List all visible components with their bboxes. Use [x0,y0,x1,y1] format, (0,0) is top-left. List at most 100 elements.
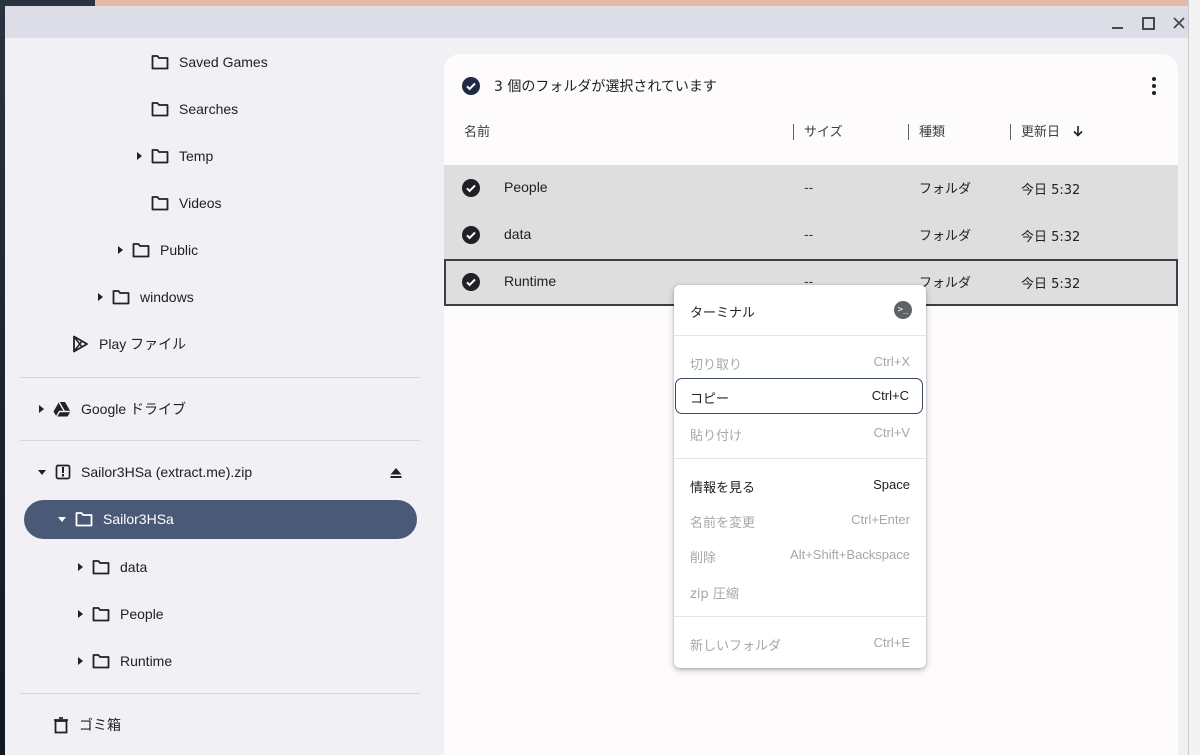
menu-item-shortcut: Ctrl+X [873,354,910,369]
sidebar-item-label: Searches [179,101,239,117]
sidebar-item-runtime[interactable]: Runtime [78,643,172,679]
table-row[interactable]: People -- フォルダ 今日 5:32 [444,165,1178,212]
menu-item-paste[interactable]: 貼り付け Ctrl+V [674,416,926,450]
menu-item-new-folder[interactable]: 新しいフォルダ Ctrl+E [674,626,926,660]
sidebar-item-label: People [120,606,164,622]
more-options-button[interactable] [1140,72,1168,100]
chevron-right-icon[interactable] [118,246,123,254]
chevron-down-icon[interactable] [58,516,66,522]
chevron-down-icon[interactable] [38,469,46,475]
menu-item-terminal[interactable]: ターミナル [674,293,926,327]
menu-item-get-info[interactable]: 情報を見る Space [674,468,926,502]
cell-size: -- [804,226,814,242]
checked-icon[interactable] [462,179,480,197]
sidebar-item-label: ゴミ箱 [79,717,121,733]
title-bar [5,6,1188,38]
eject-button[interactable] [389,466,403,480]
close-button[interactable] [1167,12,1191,34]
column-header-label: 更新日 [1021,125,1061,140]
sidebar-item-public[interactable]: Public [118,232,198,268]
menu-item-zip[interactable]: zip 圧縮 [674,574,926,608]
menu-item-shortcut: Ctrl+E [873,635,910,650]
chevron-right-icon[interactable] [78,563,83,571]
column-divider[interactable] [908,124,909,140]
column-header-label: 種類 [919,125,946,140]
terminal-icon: >_ [894,301,912,319]
sidebar-item-data[interactable]: data [78,549,147,585]
menu-item-shortcut: Space [873,477,910,492]
sidebar-divider [20,440,420,441]
cell-modified: 今日 5:32 [1021,277,1081,292]
sidebar-item-videos[interactable]: Videos [151,185,222,221]
sidebar-item-play-files[interactable]: Play ファイル [72,326,186,362]
close-icon [1173,17,1185,29]
menu-divider [674,458,926,459]
menu-item-label: 新しいフォルダ [690,639,782,654]
column-divider[interactable] [793,124,794,140]
column-header-type[interactable]: 種類 [919,122,945,144]
column-header-label: 名前 [464,125,491,140]
column-header-size[interactable]: サイズ [804,122,843,144]
navigation-sidebar: Saved Games Searches Temp Videos Public [5,38,435,755]
eject-icon [390,468,402,478]
checked-icon[interactable] [462,226,480,244]
menu-item-rename[interactable]: 名前を変更 Ctrl+Enter [674,503,926,537]
table-row[interactable]: data -- フォルダ 今日 5:32 [444,212,1178,259]
sidebar-item-label: Play ファイル [99,336,187,352]
menu-divider [674,616,926,617]
sidebar-item-trash[interactable]: ゴミ箱 [53,707,121,743]
menu-item-cut[interactable]: 切り取り Ctrl+X [674,345,926,379]
sidebar-item-label: Sailor3HSa [103,511,174,527]
menu-divider [674,335,926,336]
folder-icon [92,607,110,622]
chevron-right-icon[interactable] [98,293,103,301]
menu-item-copy[interactable]: コピー Ctrl+C [675,378,923,414]
check-circle-icon[interactable] [462,77,480,95]
selection-count-text: 3 個のフォルダが選択されています [494,79,717,95]
chevron-right-icon[interactable] [78,610,83,618]
minimize-icon [1111,27,1123,29]
maximize-button[interactable] [1136,12,1160,34]
sidebar-item-windows[interactable]: windows [98,279,194,315]
folder-icon [132,243,150,258]
arrow-down-icon [1073,126,1083,137]
column-divider[interactable] [1010,124,1011,140]
maximize-icon [1141,16,1155,30]
chevron-right-icon[interactable] [137,152,142,160]
cell-size: -- [804,179,814,195]
minimize-button[interactable] [1105,12,1129,34]
sidebar-item-label: Sailor3HSa (extract.me).zip [81,464,253,480]
sidebar-item-label: Saved Games [179,54,268,70]
sidebar-item-label: Google ドライブ [81,401,187,417]
menu-item-label: zip 圧縮 [690,587,739,602]
selection-header: 3 個のフォルダが選択されています [462,72,717,100]
chevron-right-icon[interactable] [39,405,44,413]
sidebar-item-temp[interactable]: Temp [137,138,213,174]
folder-icon [151,55,169,70]
sidebar-item-saved-games[interactable]: Saved Games [151,44,268,80]
folder-icon [151,102,169,117]
cell-type: フォルダ [919,276,972,291]
column-header-modified[interactable]: 更新日 [1021,122,1084,144]
sidebar-item-label: Runtime [120,653,173,669]
menu-item-label: ターミナル [690,306,756,321]
sidebar-item-searches[interactable]: Searches [151,91,238,127]
menu-item-shortcut: Ctrl+Enter [851,512,910,527]
play-store-icon [73,335,88,353]
sidebar-item-people[interactable]: People [78,596,164,632]
sidebar-item-label: windows [140,289,194,305]
chevron-right-icon[interactable] [78,657,83,665]
sidebar-item-google-drive[interactable]: Google ドライブ [39,391,186,427]
cell-name: Runtime [504,273,557,289]
menu-item-label: 名前を変更 [690,516,756,531]
sidebar-item-zip-archive[interactable]: Sailor3HSa (extract.me).zip [38,454,252,490]
files-app-window: Saved Games Searches Temp Videos Public [5,6,1188,755]
sidebar-divider [20,377,420,378]
column-header-name[interactable]: 名前 [464,122,490,144]
menu-item-delete[interactable]: 削除 Alt+Shift+Backspace [674,538,926,572]
menu-item-label: 貼り付け [690,429,743,444]
sidebar-item-label: data [120,559,148,575]
cell-type: フォルダ [919,182,972,197]
checked-icon[interactable] [462,273,480,291]
sidebar-item-sailor3hsa[interactable]: Sailor3HSa [58,501,174,537]
